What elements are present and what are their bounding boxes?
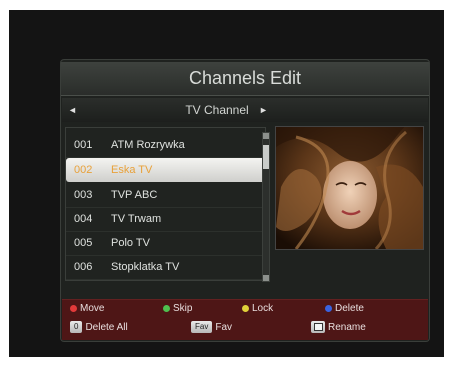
right-arrow-icon[interactable]: ► bbox=[259, 98, 268, 122]
channel-number: 006 bbox=[74, 261, 93, 273]
left-arrow-icon[interactable]: ◄ bbox=[68, 98, 77, 122]
channel-type-label: TV Channel bbox=[185, 103, 249, 117]
channel-preview bbox=[275, 126, 424, 250]
skip-action[interactable]: Skip bbox=[163, 303, 192, 314]
channel-name: TVP ABC bbox=[111, 189, 158, 201]
skip-label: Skip bbox=[173, 303, 193, 314]
delete-all-label: Delete All bbox=[85, 321, 128, 333]
delete-action[interactable]: Delete bbox=[325, 303, 364, 314]
rename-key-icon bbox=[311, 321, 325, 333]
channel-row[interactable]: 004 TV Trwam bbox=[66, 207, 265, 232]
lock-label: Lock bbox=[252, 303, 274, 314]
channel-number: 001 bbox=[74, 139, 93, 151]
tv-screen: Channels Edit ◄ TV Channel ► 001 ATM Roz… bbox=[9, 10, 444, 357]
list-scrollbar[interactable] bbox=[262, 132, 270, 282]
channel-name: Polo TV bbox=[111, 237, 150, 249]
channel-type-selector[interactable]: ◄ TV Channel ► bbox=[62, 98, 428, 122]
zero-key-icon: 0 bbox=[70, 321, 83, 333]
channel-list: 001 ATM Rozrywka 002 Eska TV 003 TVP ABC… bbox=[65, 127, 266, 281]
scrollbar-thumb[interactable] bbox=[263, 145, 269, 169]
channel-name: Stopklatka TV bbox=[111, 261, 180, 273]
channel-row[interactable]: 003 TVP ABC bbox=[66, 183, 265, 208]
red-button-icon bbox=[70, 305, 77, 312]
channel-number: 004 bbox=[74, 213, 93, 225]
channel-name: Eska TV bbox=[111, 164, 153, 176]
page-title: Channels Edit bbox=[61, 62, 429, 96]
channel-row[interactable]: 006 Stopklatka TV bbox=[66, 255, 265, 280]
yellow-button-icon bbox=[242, 305, 249, 312]
fav-label: Fav bbox=[215, 321, 233, 333]
channel-row[interactable]: 001 ATM Rozrywka bbox=[66, 133, 265, 158]
fav-key-icon: Fav bbox=[191, 321, 213, 333]
delete-label: Delete bbox=[335, 303, 364, 314]
delete-all-action[interactable]: 0 Delete All bbox=[70, 321, 128, 333]
channel-number: 003 bbox=[74, 189, 93, 201]
blue-button-icon bbox=[325, 305, 332, 312]
channel-number: 002 bbox=[74, 164, 93, 176]
channel-name: ATM Rozrywka bbox=[111, 139, 185, 151]
lock-action[interactable]: Lock bbox=[242, 303, 273, 314]
scroll-down-icon[interactable] bbox=[263, 275, 269, 281]
scroll-up-icon[interactable] bbox=[263, 133, 269, 139]
channel-number: 005 bbox=[74, 237, 93, 249]
channels-edit-panel: Channels Edit ◄ TV Channel ► 001 ATM Roz… bbox=[61, 60, 429, 341]
fav-action[interactable]: Fav Fav bbox=[191, 321, 232, 333]
move-action[interactable]: Move bbox=[70, 303, 104, 314]
green-button-icon bbox=[163, 305, 170, 312]
channel-row-selected[interactable]: 002 Eska TV bbox=[66, 158, 265, 182]
button-legend: Move Skip Lock Delete 0 Delete All Fav F… bbox=[62, 299, 428, 340]
rename-label: Rename bbox=[328, 321, 366, 333]
channel-row[interactable]: 005 Polo TV bbox=[66, 231, 265, 256]
channel-name: TV Trwam bbox=[111, 213, 162, 225]
move-label: Move bbox=[80, 303, 105, 314]
preview-image bbox=[276, 127, 423, 249]
rename-action[interactable]: Rename bbox=[311, 321, 366, 333]
